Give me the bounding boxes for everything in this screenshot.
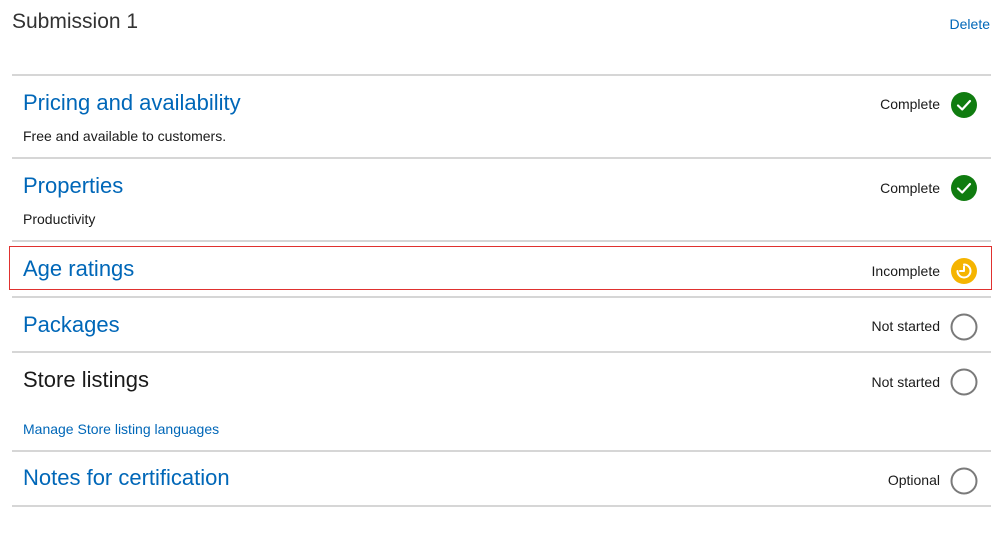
divider [12, 296, 991, 298]
section-store-listings-title: Store listings [23, 367, 149, 392]
section-age-ratings-link[interactable]: Age ratings [23, 255, 134, 283]
section-age-ratings-status: Incomplete [871, 263, 940, 279]
section-properties-summary: Productivity [23, 211, 96, 227]
section-pricing-availability-status: Complete [880, 96, 940, 112]
divider [12, 351, 991, 353]
section-notes-certification-status: Optional [887, 472, 940, 488]
section-pricing-availability-link[interactable]: Pricing and availability [23, 89, 241, 117]
page-title: Submission 1 [12, 10, 139, 33]
section-packages-link[interactable]: Packages [23, 311, 120, 339]
divider [12, 74, 991, 76]
incomplete-clock-icon [951, 258, 977, 284]
section-packages-status: Not started [871, 318, 940, 334]
complete-check-icon [951, 175, 977, 201]
manage-store-listing-languages-link[interactable]: Manage Store listing languages [23, 420, 219, 438]
optional-circle-icon [950, 467, 978, 495]
divider [12, 157, 991, 159]
complete-check-icon [951, 92, 977, 118]
section-pricing-availability-summary: Free and available to customers. [23, 128, 227, 144]
section-properties-status: Complete [880, 180, 940, 196]
divider [12, 450, 991, 452]
highlight-box [9, 246, 992, 290]
section-store-listings-status: Not started [871, 374, 940, 390]
not-started-circle-icon [950, 313, 978, 341]
not-started-circle-icon [950, 368, 978, 396]
delete-button[interactable]: Delete [950, 16, 990, 32]
divider [12, 240, 991, 242]
section-properties-link[interactable]: Properties [23, 172, 123, 200]
divider [12, 505, 991, 507]
section-notes-certification-link[interactable]: Notes for certification [23, 464, 230, 492]
